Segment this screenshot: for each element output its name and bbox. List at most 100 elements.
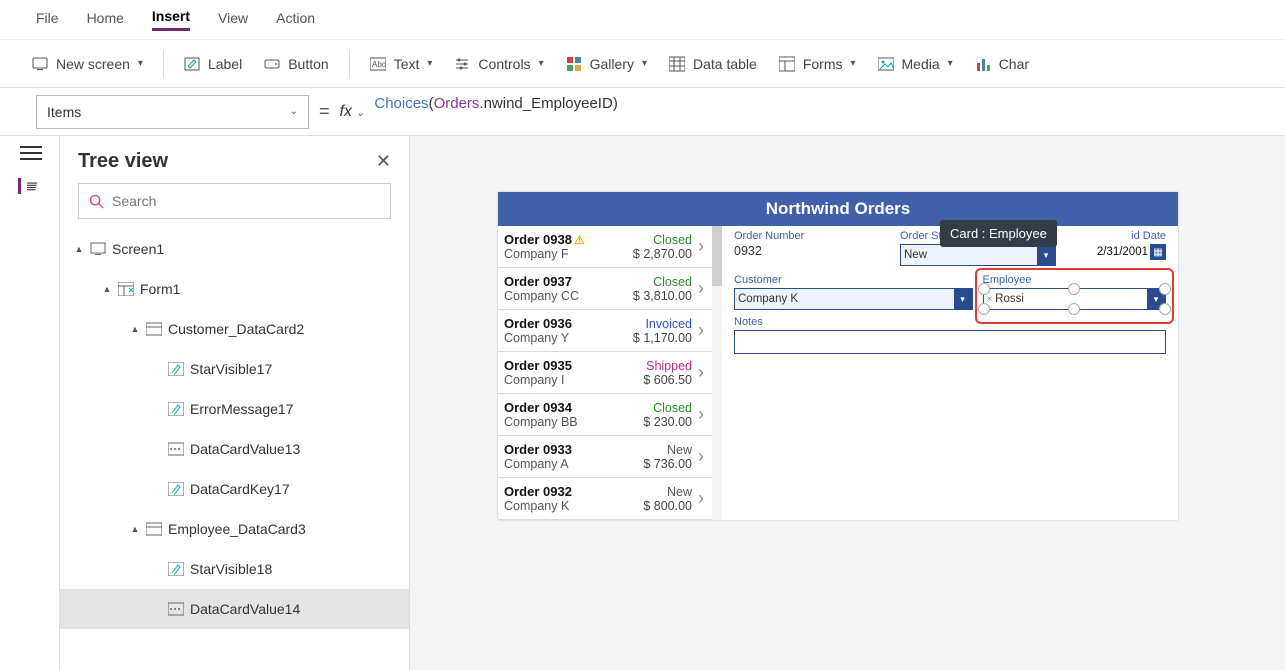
tree-search-input[interactable] xyxy=(112,193,380,209)
tree-node-screen[interactable]: ▲ Screen1 xyxy=(60,229,409,269)
order-id: Order 0937 xyxy=(504,274,572,289)
tree-node-employee-card[interactable]: ▲ Employee_DataCard3 xyxy=(60,509,409,549)
employee-value: Rossi xyxy=(995,293,1024,305)
menu-insert[interactable]: Insert xyxy=(152,8,190,31)
caret-down-icon: ▲ xyxy=(74,244,84,254)
hamburger-icon[interactable] xyxy=(20,146,40,162)
node-label: DataCardKey17 xyxy=(190,481,290,497)
caret-down-icon: ▲ xyxy=(130,524,140,534)
screen-icon xyxy=(90,242,106,256)
app-preview: Northwind Orders Order 0938⚠ Company F C… xyxy=(498,192,1178,520)
data-table-button[interactable]: Data table xyxy=(667,52,759,76)
notes-label: Notes xyxy=(734,316,1166,328)
tree-node-datacardvalue14[interactable]: DataCardValue14 xyxy=(60,589,409,629)
order-row[interactable]: Order 0937 Company CC Closed $ 3,810.00 … xyxy=(498,268,712,310)
button-button[interactable]: Button xyxy=(262,52,330,76)
tree-node-starvisible18[interactable]: StarVisible18 xyxy=(60,549,409,589)
order-status: New xyxy=(643,443,692,457)
new-screen-label: New screen xyxy=(56,56,130,72)
customer-dropdown[interactable]: Company K ▾ xyxy=(734,288,973,310)
calendar-icon: ▦ xyxy=(1150,244,1166,260)
label-icon xyxy=(168,362,184,376)
node-label: Employee_DataCard3 xyxy=(168,521,306,537)
label-button[interactable]: Label xyxy=(182,52,244,76)
chart-button[interactable]: Char xyxy=(973,52,1031,76)
label-icon xyxy=(168,562,184,576)
gallery-button[interactable]: Gallery ▾ xyxy=(564,52,649,76)
tree-node-customer-card[interactable]: ▲ Customer_DataCard2 xyxy=(60,309,409,349)
tree-node-datacardvalue13[interactable]: DataCardValue13 xyxy=(60,429,409,469)
tree-node-datacardkey17[interactable]: DataCardKey17 xyxy=(60,469,409,509)
order-row[interactable]: Order 0934 Company BB Closed $ 230.00 › xyxy=(498,394,712,436)
node-label: Screen1 xyxy=(112,241,164,257)
order-row[interactable]: Order 0936 Company Y Invoiced $ 1,170.00… xyxy=(498,310,712,352)
node-label: Form1 xyxy=(140,281,180,297)
resize-handle[interactable] xyxy=(978,303,990,315)
resize-handle[interactable] xyxy=(1068,303,1080,315)
customer-label: Customer xyxy=(734,274,973,286)
node-label: StarVisible18 xyxy=(190,561,272,577)
node-label: Customer_DataCard2 xyxy=(168,321,304,337)
order-status: Closed xyxy=(633,275,692,289)
resize-handle[interactable] xyxy=(1159,303,1171,315)
warning-icon: ⚠ xyxy=(574,233,585,247)
tree-node-errormessage17[interactable]: ErrorMessage17 xyxy=(60,389,409,429)
button-icon xyxy=(264,56,280,72)
button-label: Button xyxy=(288,56,328,72)
order-gallery[interactable]: Order 0938⚠ Company F Closed $ 2,870.00 … xyxy=(498,226,712,520)
order-number-label: Order Number xyxy=(734,230,890,242)
media-button[interactable]: Media ▾ xyxy=(876,52,955,76)
employee-dropdown[interactable]: × Rossi ▾ xyxy=(983,288,1166,310)
forms-button[interactable]: Forms ▾ xyxy=(777,52,858,76)
chevron-right-icon: › xyxy=(698,278,704,299)
datacard-icon xyxy=(146,322,162,336)
design-canvas[interactable]: Northwind Orders Order 0938⚠ Company F C… xyxy=(410,136,1285,670)
property-dropdown[interactable]: Items ⌄ xyxy=(36,95,309,129)
text-button[interactable]: Abc Text ▾ xyxy=(368,52,435,76)
resize-handle[interactable] xyxy=(1068,283,1080,295)
order-amount: $ 230.00 xyxy=(643,415,692,429)
app-title: Northwind Orders xyxy=(498,192,1178,226)
order-amount: $ 736.00 xyxy=(643,457,692,471)
paid-date-picker[interactable]: 2/31/2001 ▦ xyxy=(1066,244,1166,260)
text-icon: Abc xyxy=(370,56,386,72)
tree-node-starvisible17[interactable]: StarVisible17 xyxy=(60,349,409,389)
controls-button[interactable]: Controls ▾ xyxy=(452,52,545,76)
chart-icon xyxy=(975,56,991,72)
order-status: New xyxy=(643,485,692,499)
tree-node-form[interactable]: ▲ Form1 xyxy=(60,269,409,309)
notes-input[interactable] xyxy=(734,330,1166,354)
order-status: Closed xyxy=(633,233,692,247)
order-row[interactable]: Order 0938⚠ Company F Closed $ 2,870.00 … xyxy=(498,226,712,268)
datacard-icon xyxy=(146,522,162,536)
chevron-down-icon: ▾ xyxy=(138,58,143,69)
formula-input[interactable]: Choices(Orders.nwind_EmployeeID) xyxy=(374,95,1275,129)
data-table-label: Data table xyxy=(693,56,757,72)
close-icon[interactable]: ✕ xyxy=(376,151,391,172)
order-status-value: New xyxy=(904,249,927,261)
menu-action[interactable]: Action xyxy=(276,10,315,30)
order-status-dropdown[interactable]: New ▾ xyxy=(900,244,1056,266)
menu-view[interactable]: View xyxy=(218,10,248,30)
new-screen-button[interactable]: New screen ▾ xyxy=(30,52,145,76)
order-id: Order 0934 xyxy=(504,400,572,415)
resize-handle[interactable] xyxy=(1159,283,1171,295)
order-row[interactable]: Order 0935 Company I Shipped $ 606.50 › xyxy=(498,352,712,394)
tree-view-icon[interactable] xyxy=(18,178,38,194)
menu-home[interactable]: Home xyxy=(87,10,124,30)
gallery-icon xyxy=(566,56,582,72)
gallery-label: Gallery xyxy=(590,56,634,72)
gallery-scrollbar[interactable] xyxy=(712,226,722,520)
chevron-down-icon: ▾ xyxy=(850,58,855,69)
order-company: Company Y xyxy=(504,331,633,345)
order-row[interactable]: Order 0932 Company K New $ 800.00 › xyxy=(498,478,712,520)
label-icon xyxy=(168,402,184,416)
caret-down-icon: ▲ xyxy=(130,324,140,334)
order-row[interactable]: Order 0933 Company A New $ 736.00 › xyxy=(498,436,712,478)
tree-search[interactable] xyxy=(78,183,391,219)
caret-down-icon: ▲ xyxy=(102,284,112,294)
chevron-right-icon: › xyxy=(698,320,704,341)
menu-file[interactable]: File xyxy=(36,10,59,30)
resize-handle[interactable] xyxy=(978,283,990,295)
order-status: Shipped xyxy=(643,359,692,373)
